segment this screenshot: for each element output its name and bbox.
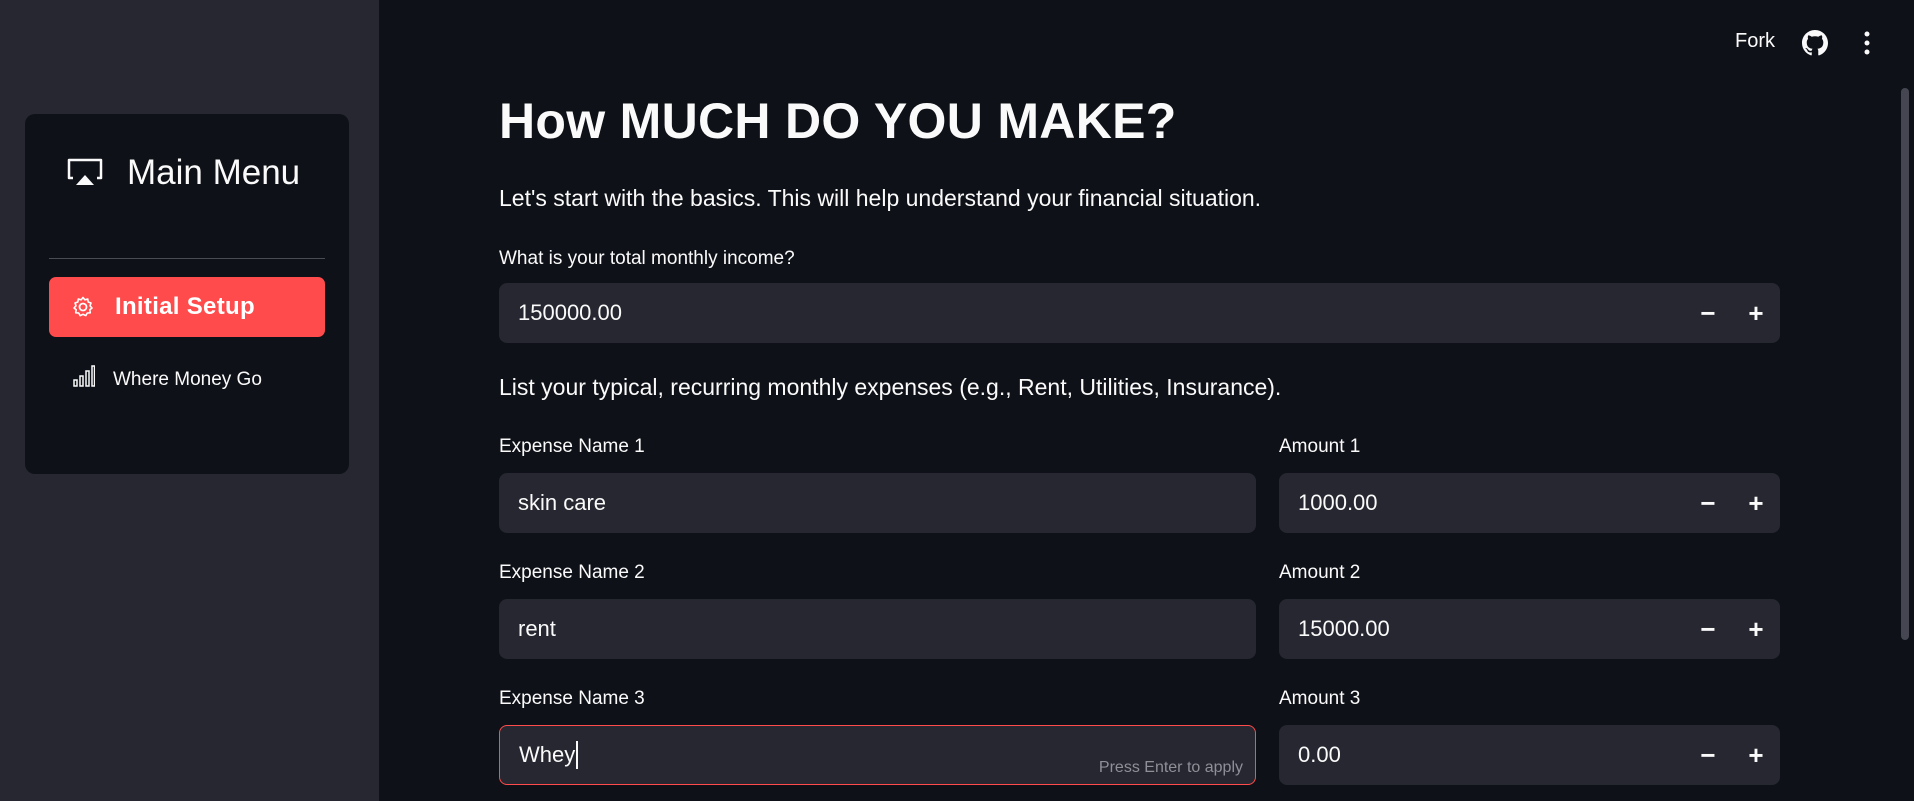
fork-button[interactable]: Fork [1735,30,1775,53]
amount-value[interactable]: 15000.00 [1279,616,1684,642]
amount-input[interactable]: 15000.00 − + [1279,599,1780,659]
press-enter-hint: Press Enter to apply [1098,759,1243,776]
expense-name-input[interactable]: rent [499,599,1256,659]
decrement-button[interactable]: − [1684,599,1732,659]
gear-icon [73,296,93,317]
expenses-intro: List your typical, recurring monthly exp… [499,374,1282,400]
sidebar-item-label: Initial Setup [115,293,255,320]
intro-text: Let's start with the basics. This will h… [499,185,1262,211]
increment-button[interactable]: + [1732,473,1780,533]
sidebar-item-initial-setup[interactable]: Initial Setup [49,277,325,337]
amount-value[interactable]: 0.00 [1279,742,1684,768]
sidebar-item-label: Where Money Go [113,369,262,390]
sidebar: Main Menu Initial Setup Where Money Go [0,0,379,801]
menu-title: Main Menu [67,146,307,200]
decrement-button[interactable]: − [1684,725,1732,785]
menu-title-text: Main Menu [127,153,301,192]
amount-label: Amount 2 [1279,562,1361,583]
amount-input[interactable]: 1000.00 − + [1279,473,1780,533]
more-vertical-icon[interactable] [1858,30,1876,56]
github-icon[interactable] [1802,30,1828,56]
page-title: How MUCH DO YOU MAKE? [499,93,1177,149]
expense-name-label: Expense Name 1 [499,436,645,457]
increment-button[interactable]: + [1732,599,1780,659]
increment-button[interactable]: + [1732,725,1780,785]
expense-name-label: Expense Name 3 [499,688,645,709]
amount-label: Amount 1 [1279,436,1361,457]
expense-name-value[interactable]: rent [518,616,556,642]
income-label: What is your total monthly income? [499,248,795,269]
amount-label: Amount 3 [1279,688,1361,709]
main-menu: Main Menu Initial Setup Where Money Go [25,114,349,474]
scrollbar[interactable] [1901,88,1909,640]
income-value[interactable]: 150000.00 [499,300,1684,326]
expense-name-input[interactable]: skin care [499,473,1256,533]
expense-name-input[interactable]: Whey Press Enter to apply [499,725,1256,785]
expense-name-label: Expense Name 2 [499,562,645,583]
decrement-button[interactable]: − [1684,283,1732,343]
bar-chart-icon [73,365,95,387]
amount-value[interactable]: 1000.00 [1279,490,1684,516]
income-input[interactable]: 150000.00 − + [499,283,1780,343]
menu-divider [49,258,325,259]
decrement-button[interactable]: − [1684,473,1732,533]
airplay-icon [67,158,103,185]
increment-button[interactable]: + [1732,283,1780,343]
expense-name-value[interactable]: Whey [519,742,575,768]
amount-input[interactable]: 0.00 − + [1279,725,1780,785]
expense-name-value[interactable]: skin care [518,490,606,516]
text-caret [576,741,579,769]
sidebar-item-where-money-go[interactable]: Where Money Go [49,360,325,440]
